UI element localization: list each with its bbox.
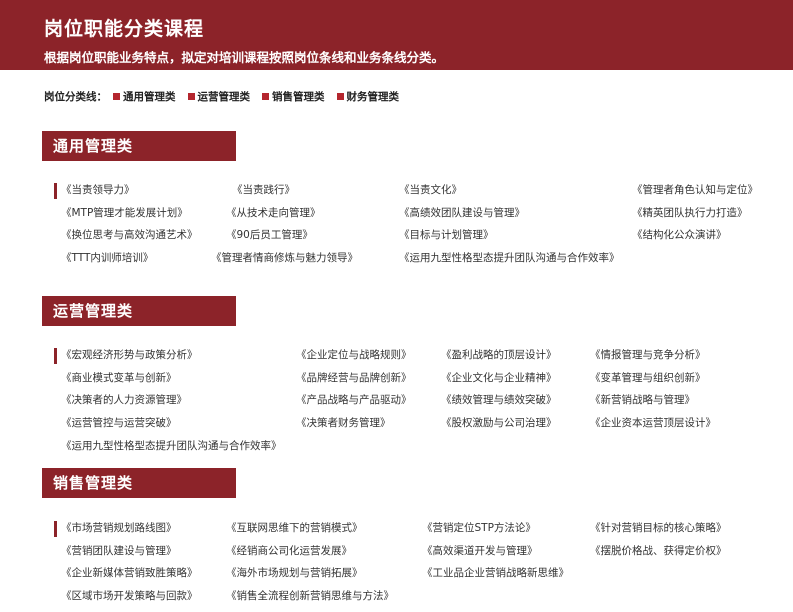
table-row: 《运营管控与运营突破》 《决策者财务管理》 《股权激励与公司治理》 《企业资本运…: [54, 416, 789, 439]
course-item: 《高效渠道开发与管理》: [422, 544, 538, 557]
course-item: 《企业定位与战略规则》: [296, 349, 412, 361]
course-item: 《海外市场规划与营销拓展》: [226, 567, 363, 580]
square-icon: [187, 92, 195, 100]
course-item: 《决策者的人力资源管理》: [61, 394, 187, 407]
course-grid-general: 《当责领导力》 《当责践行》 《当责文化》 《管理者角色认知与定位》 《MTP管…: [54, 183, 789, 274]
legend-item-sales: 销售管理类: [262, 89, 325, 104]
table-row: 《当责领导力》 《当责践行》 《当责文化》 《管理者角色认知与定位》: [54, 183, 789, 206]
course-item: 《MTP管理才能发展计划》: [61, 206, 188, 219]
course-item: 《当责文化》: [399, 184, 462, 196]
table-row: 《决策者的人力资源管理》 《产品战略与产品驱动》 《绩效管理与绩效突破》 《新营…: [54, 393, 789, 416]
course-grid-sales: 《市场营销规划路线图》 《互联网思维下的营销模式》 《营销定位STP方法论》 《…: [54, 521, 789, 612]
course-item: 《结构化公众演讲》: [632, 229, 727, 242]
course-item: 《营销定位STP方法论》: [422, 522, 536, 534]
page-title: 岗位职能分类课程: [44, 18, 205, 40]
course-item: 《换位思考与高效沟通艺术》: [61, 229, 198, 242]
course-item: 《从技术走向管理》: [226, 206, 321, 219]
course-item: 《运用九型性格型态提升团队沟通与合作效率》: [61, 439, 282, 452]
course-item: 《摆脱价格战、获得定价权》: [590, 544, 727, 557]
table-row: 《企业新媒体营销致胜策略》 《海外市场规划与营销拓展》 《工业品企业营销战略新思…: [54, 566, 789, 589]
course-item: 《互联网思维下的营销模式》: [226, 522, 363, 534]
section-title-sales: 销售管理类: [42, 468, 236, 498]
course-item: 《宏观经济形势与政策分析》: [61, 349, 198, 361]
square-icon: [113, 92, 120, 100]
table-row: 《区域市场开发策略与回款》 《销售全流程创新营销思维与方法》: [54, 589, 789, 612]
course-item: 《绩效管理与绩效突破》: [441, 394, 557, 407]
course-item: 《运用九型性格型态提升团队沟通与合作效率》: [399, 252, 620, 265]
course-item: 《商业模式变革与创新》: [61, 371, 177, 384]
course-item: 《高绩效团队建设与管理》: [399, 206, 525, 219]
course-item: 《经销商公司化运营发展》: [226, 544, 352, 557]
course-item: 《产品战略与产品驱动》: [296, 394, 412, 407]
category-legend: 岗位分类线： 通用管理类 运营管理类 销售管理类 财务管理类: [44, 89, 411, 103]
section-title-operations: 运营管理类: [42, 296, 236, 326]
course-item: 《管理者角色认知与定位》: [632, 184, 758, 196]
header-banner: 岗位职能分类课程 根据岗位职能业务特点，拟定对培训课程按照岗位条线和业务条线分类…: [0, 0, 793, 70]
legend-item-general: 通用管理类: [113, 89, 176, 104]
section-title-general: 通用管理类: [42, 131, 236, 161]
course-item: 《新营销战略与管理》: [590, 394, 695, 407]
course-item: 《市场营销规划路线图》: [61, 522, 177, 534]
course-item: 《品牌经营与品牌创新》: [296, 371, 412, 384]
course-item: 《区域市场开发策略与回款》: [61, 590, 198, 603]
square-icon: [336, 92, 344, 100]
course-item: 《当责领导力》: [61, 184, 135, 196]
table-row: 《营销团队建设与管理》 《经销商公司化运营发展》 《高效渠道开发与管理》 《摆脱…: [54, 544, 789, 567]
course-item: 《销售全流程创新营销思维与方法》: [226, 590, 394, 603]
course-item: 《股权激励与公司治理》: [441, 417, 557, 430]
page-subtitle: 根据岗位职能业务特点，拟定对培训课程按照岗位条线和业务条线分类。: [44, 50, 445, 65]
course-item: 《精英团队执行力打造》: [632, 206, 748, 219]
table-row: 《MTP管理才能发展计划》 《从技术走向管理》 《高绩效团队建设与管理》 《精英…: [54, 206, 789, 229]
course-item: 《决策者财务管理》: [296, 417, 391, 430]
legend-item-finance: 财务管理类: [336, 89, 399, 104]
table-row: 《TTT内训师培训》 《管理者情商修炼与魅力领导》 《运用九型性格型态提升团队沟…: [54, 251, 789, 274]
course-item: 《变革管理与组织创新》: [590, 371, 706, 384]
course-item: 《企业文化与企业精神》: [441, 371, 557, 384]
table-row: 《市场营销规划路线图》 《互联网思维下的营销模式》 《营销定位STP方法论》 《…: [54, 521, 789, 544]
course-item: 《当责践行》: [232, 184, 295, 196]
course-item: 《企业资本运营顶层设计》: [590, 417, 716, 430]
course-grid-operations: 《宏观经济形势与政策分析》 《企业定位与战略规则》 《盈利战略的顶层设计》 《情…: [54, 348, 789, 461]
course-item: 《运营管控与运营突破》: [61, 417, 177, 430]
course-item: 《企业新媒体营销致胜策略》: [61, 567, 198, 580]
course-item: 《情报管理与竞争分析》: [590, 349, 706, 361]
legend-label: 岗位分类线：: [44, 90, 107, 103]
square-icon: [262, 92, 269, 100]
course-item: 《TTT内训师培训》: [61, 252, 154, 265]
table-row: 《商业模式变革与创新》 《品牌经营与品牌创新》 《企业文化与企业精神》 《变革管…: [54, 371, 789, 394]
legend-item-operations: 运营管理类: [187, 89, 250, 104]
table-row: 《运用九型性格型态提升团队沟通与合作效率》: [54, 439, 789, 462]
course-item: 《管理者情商修炼与魅力领导》: [211, 252, 358, 265]
course-item: 《盈利战略的顶层设计》: [441, 349, 557, 361]
course-item: 《目标与计划管理》: [399, 229, 494, 242]
course-item: 《工业品企业营销战略新思维》: [422, 567, 569, 580]
course-item: 《营销团队建设与管理》: [61, 544, 177, 557]
table-row: 《宏观经济形势与政策分析》 《企业定位与战略规则》 《盈利战略的顶层设计》 《情…: [54, 348, 789, 371]
table-row: 《换位思考与高效沟通艺术》 《90后员工管理》 《目标与计划管理》 《结构化公众…: [54, 228, 789, 251]
course-item: 《90后员工管理》: [226, 229, 313, 242]
course-item: 《针对营销目标的核心策略》: [590, 522, 727, 534]
